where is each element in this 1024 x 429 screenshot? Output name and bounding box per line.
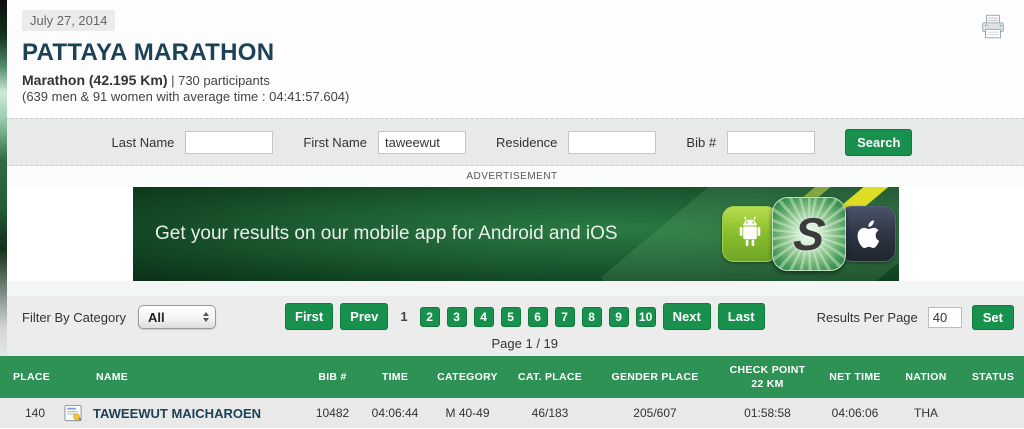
first-page-button[interactable]: First [285,303,333,330]
header-status: STATUS [962,370,1024,384]
page-2-button[interactable]: 2 [420,307,440,327]
category-select[interactable]: All [138,305,216,329]
last-page-button[interactable]: Last [718,303,765,330]
event-date: July 27, 2014 [22,10,115,31]
header-bib: BIB # [305,370,360,384]
results-per-page-label: Results Per Page [817,310,918,325]
advertisement-label-band: ADVERTISEMENT [0,166,1024,187]
first-name-label: First Name [303,135,367,150]
filter-pagination-band: Filter By Category All First Prev 1 2 3 … [0,296,1024,356]
header-category: CATEGORY [430,370,505,384]
runner-name-link[interactable]: TAWEEWUT MAICHAROEN [93,406,261,421]
advertisement-label: ADVERTISEMENT [466,171,557,182]
row-gender-place: 205/607 [595,406,715,420]
header-checkpoint: CHECK POINT 22 KM [715,363,820,391]
current-page-number: 1 [395,309,412,324]
row-cat-place: 46/183 [505,406,595,420]
header-gender-place: GENDER PLACE [595,370,715,384]
header-nation: NATION [890,370,962,384]
row-checkpoint: 01:58:58 [715,406,820,420]
row-nation: THA [890,406,962,420]
table-row: 140 TAWEEWUT MAICHAROEN 10482 04:06:44 M… [0,398,1024,428]
category-selected-value: All [148,310,203,325]
select-arrows-icon [203,312,209,322]
page-4-button[interactable]: 4 [474,307,494,327]
page-8-button[interactable]: 8 [582,307,602,327]
last-name-label: Last Name [112,135,175,150]
print-icon[interactable] [978,12,1008,42]
page-info: Page 1 / 19 [492,336,559,351]
page-title: PATTAYA MARATHON [22,39,1024,67]
last-name-input[interactable] [185,131,273,154]
header-name: NAME [60,370,305,384]
event-header: July 27, 2014 PATTAYA MARATHON Marathon … [0,0,1024,118]
results-certificate-icon[interactable] [64,404,83,423]
page-9-button[interactable]: 9 [609,307,629,327]
filter-by-category-label: Filter By Category [22,310,126,325]
spacer [0,281,1024,296]
search-bar: Last Name First Name Residence Bib # Sea… [0,118,1024,166]
participants-count: | 730 participants [171,73,270,88]
header-cat-place: CAT. PLACE [505,370,595,384]
page-3-button[interactable]: 3 [447,307,467,327]
page-10-button[interactable]: 10 [636,307,656,327]
row-name-cell: TAWEEWUT MAICHAROEN [60,404,305,423]
search-button[interactable]: Search [845,129,912,156]
residence-input[interactable] [568,131,656,154]
row-net-time: 04:06:06 [820,406,890,420]
race-stats: (639 men & 91 women with average time : … [22,89,1024,104]
results-table-header: PLACE NAME BIB # TIME CATEGORY CAT. PLAC… [0,356,1024,398]
residence-label: Residence [496,135,557,150]
results-table: PLACE NAME BIB # TIME CATEGORY CAT. PLAC… [0,356,1024,428]
android-icon [722,206,778,262]
row-category: M 40-49 [430,406,505,420]
page-5-button[interactable]: 5 [501,307,521,327]
row-place: 140 [0,406,60,420]
banner-text: Get your results on our mobile app for A… [155,187,618,281]
row-bib: 10482 [305,406,360,420]
sportstats-s-icon: S [772,197,846,271]
bib-label: Bib # [686,135,716,150]
mobile-app-ad-banner[interactable]: Get your results on our mobile app for A… [133,187,899,281]
results-per-page-input[interactable] [928,307,962,328]
apple-icon [840,206,896,262]
page-7-button[interactable]: 7 [555,307,575,327]
next-page-button[interactable]: Next [663,303,711,330]
page-6-button[interactable]: 6 [528,307,548,327]
set-results-per-page-button[interactable]: Set [972,305,1014,330]
pagination: First Prev 1 2 3 4 5 6 7 8 9 10 Next Las… [285,303,765,351]
page-background-strip [0,0,7,356]
row-time: 04:06:44 [360,406,430,420]
s-logo-letter: S [791,207,827,261]
header-time: TIME [360,370,430,384]
header-net-time: NET TIME [820,370,890,384]
bib-input[interactable] [727,131,815,154]
header-place: PLACE [0,370,60,384]
race-name: Marathon (42.195 Km) [22,72,167,88]
prev-page-button[interactable]: Prev [340,303,388,330]
banner-app-icons: S [722,187,896,281]
first-name-input[interactable] [378,131,466,154]
